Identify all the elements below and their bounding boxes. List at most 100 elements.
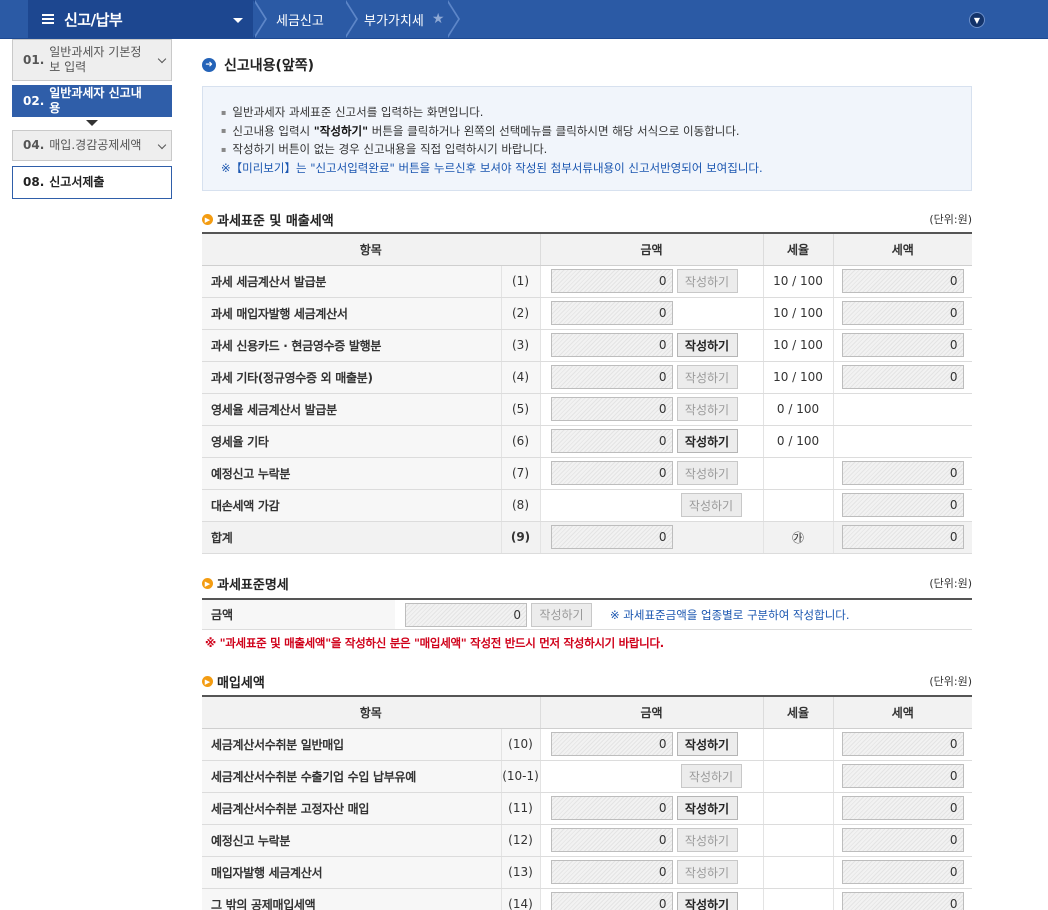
write-button[interactable]: 작성하기 [676, 860, 738, 884]
write-button[interactable]: 작성하기 [676, 429, 738, 453]
tax-input[interactable]: 0 [841, 493, 964, 517]
row-code: (11) [500, 792, 540, 825]
row-label: 영세율 세금계산서 발급분 [202, 393, 501, 426]
tax-input[interactable]: 0 [841, 860, 964, 884]
row-label: 세금계산서수취분 고정자산 매입 [202, 792, 501, 825]
tax-cell: 0 [832, 824, 972, 857]
write-button[interactable]: 작성하기 [676, 892, 738, 910]
table-row: 세금계산서수취분 고정자산 매입 (11) 0 작성하기 0 [202, 792, 972, 825]
tax-cell: 0 [832, 361, 972, 394]
write-button[interactable]: 작성하기 [676, 269, 738, 293]
amount-input[interactable]: 0 [550, 365, 673, 389]
write-button[interactable]: 작성하기 [680, 764, 742, 788]
write-button[interactable]: 작성하기 [676, 732, 738, 756]
tax-input[interactable]: 0 [841, 796, 964, 820]
breadcrumb-label: 부가가치세 [364, 13, 424, 29]
chevron-down-icon[interactable] [157, 140, 167, 149]
sales-tax-table: 항목 금액 세율 세액 과세 세금계산서 발급분 (1) 0 작성하기 10 / 100… [202, 232, 972, 554]
page-title: ➜ 신고내용(앞쪽) [202, 55, 314, 75]
tax-cell: 0 [832, 297, 972, 330]
nav-item-number: 02. [23, 93, 45, 108]
amount-input[interactable]: 0 [550, 796, 673, 820]
amount-cell: 0 작성하기 [539, 824, 763, 857]
tax-input[interactable]: 0 [841, 269, 964, 293]
tax-input[interactable]: 0 [841, 892, 964, 910]
tax-input[interactable]: 0 [841, 333, 964, 357]
row-code: (1) [500, 265, 540, 298]
tax-input[interactable]: 0 [841, 365, 964, 389]
write-button[interactable]: 작성하기 [531, 602, 592, 627]
rate-cell: 0 / 100 [762, 425, 833, 458]
rate-cell [762, 760, 833, 793]
amount-input[interactable]: 0 [550, 397, 673, 421]
tax-input[interactable]: 0 [841, 764, 964, 788]
section-title-sales: ▶ 과세표준 및 매출세액 [202, 210, 334, 229]
row-label: 과세 신용카드 · 현금영수증 발행분 [202, 329, 501, 362]
amount-input[interactable]: 0 [550, 301, 673, 325]
rate-cell [762, 888, 833, 910]
menu-title: 신고/납부 [64, 10, 123, 29]
arrow-down-icon [86, 120, 98, 126]
amount-input[interactable]: 0 [550, 333, 673, 357]
rate-cell [762, 728, 833, 761]
breadcrumb-item-tax-report[interactable]: 세금신고 [276, 0, 324, 38]
write-button[interactable]: 작성하기 [680, 493, 742, 517]
amount-input[interactable]: 0 [550, 269, 673, 293]
row-code: (8) [500, 489, 540, 522]
amount-input[interactable]: 0 [550, 860, 673, 884]
write-button[interactable]: 작성하기 [676, 461, 738, 485]
row-code: (12) [500, 824, 540, 857]
row-label: 과세 기타(정규영수증 외 매출분) [202, 361, 501, 394]
breadcrumb-separator [344, 0, 364, 38]
tax-input[interactable]: 0 [841, 828, 964, 852]
row-code: (7) [500, 457, 540, 490]
purchase-tax-table: 항목 금액 세율 세액 세금계산서수취분 일반매입 (10) 0 작성하기 0 세금계산서… [202, 695, 972, 910]
nav-item-basic-info[interactable]: 01. 일반과세자 기본정보 입력 [12, 39, 172, 81]
amount-input[interactable]: 0 [550, 892, 673, 910]
amount-input[interactable]: 0 [550, 525, 673, 549]
unit-label: (단위:원) [929, 577, 972, 590]
amount-input[interactable]: 0 [550, 732, 673, 756]
write-button[interactable]: 작성하기 [676, 828, 738, 852]
column-header-rate: 세율 [762, 233, 833, 266]
section-title-tax-base: ▶ 과세표준명세 [202, 574, 289, 593]
table-row: 과세 기타(정규영수증 외 매출분) (4) 0 작성하기 10 / 100 0 [202, 361, 972, 394]
amount-cell: 0 [539, 297, 763, 330]
amount-cell: 작성하기 [539, 760, 763, 793]
nav-item-submit[interactable]: 08. 신고서제출 [12, 166, 172, 199]
amount-input[interactable]: 0 [550, 461, 673, 485]
section-title-text: 매입세액 [217, 676, 265, 691]
write-button[interactable]: 작성하기 [676, 796, 738, 820]
table-row: 예정신고 누락분 (7) 0 작성하기 0 [202, 457, 972, 490]
table-row: 대손세액 가감 (8) 작성하기 0 [202, 489, 972, 522]
row-label: 예정신고 누락분 [202, 457, 501, 490]
section-title-text: 과세표준 및 매출세액 [217, 214, 334, 229]
column-header-item: 항목 [202, 696, 540, 729]
row-label: 세금계산서수취분 수출기업 수입 납부유예 [202, 760, 501, 793]
nav-item-deduction[interactable]: 04. 매입.경감공제세액 [12, 130, 172, 161]
write-button[interactable]: 작성하기 [676, 365, 738, 389]
write-button[interactable]: 작성하기 [676, 397, 738, 421]
chevron-down-circle-icon[interactable]: ▼ [969, 12, 985, 28]
tax-input[interactable]: 0 [841, 525, 964, 549]
top-bar: 신고/납부 세금신고 부가가치세 ★ ▼ [0, 0, 1048, 39]
chevron-down-icon[interactable] [157, 54, 167, 64]
tax-input[interactable]: 0 [841, 301, 964, 325]
amount-cell: 0 작성하기 [539, 393, 763, 426]
nav-item-report-content[interactable]: 02. 일반과세자 신고내용 [12, 85, 172, 117]
tax-cell: 0 [832, 760, 972, 793]
main-menu-button[interactable]: 신고/납부 [28, 0, 255, 38]
tax-base-amount-input[interactable]: 0 [405, 602, 527, 627]
tax-input[interactable]: 0 [841, 461, 964, 485]
table-row: 세금계산서수취분 수출기업 수입 납부유예 (10-1) 작성하기 0 [202, 760, 972, 793]
rate-cell: 10 / 100 [762, 297, 833, 330]
amount-input[interactable]: 0 [550, 429, 673, 453]
star-icon[interactable]: ★ [432, 11, 445, 27]
table-row: 그 밖의 공제매입세액 (14) 0 작성하기 0 [202, 888, 972, 910]
unit-label: (단위:원) [929, 213, 972, 226]
amount-input[interactable]: 0 [550, 828, 673, 852]
write-button[interactable]: 작성하기 [676, 333, 738, 357]
breadcrumb-item-vat[interactable]: 부가가치세 ★ [364, 0, 444, 38]
tax-input[interactable]: 0 [841, 732, 964, 756]
amount-cell: 0 작성하기 [539, 425, 763, 458]
